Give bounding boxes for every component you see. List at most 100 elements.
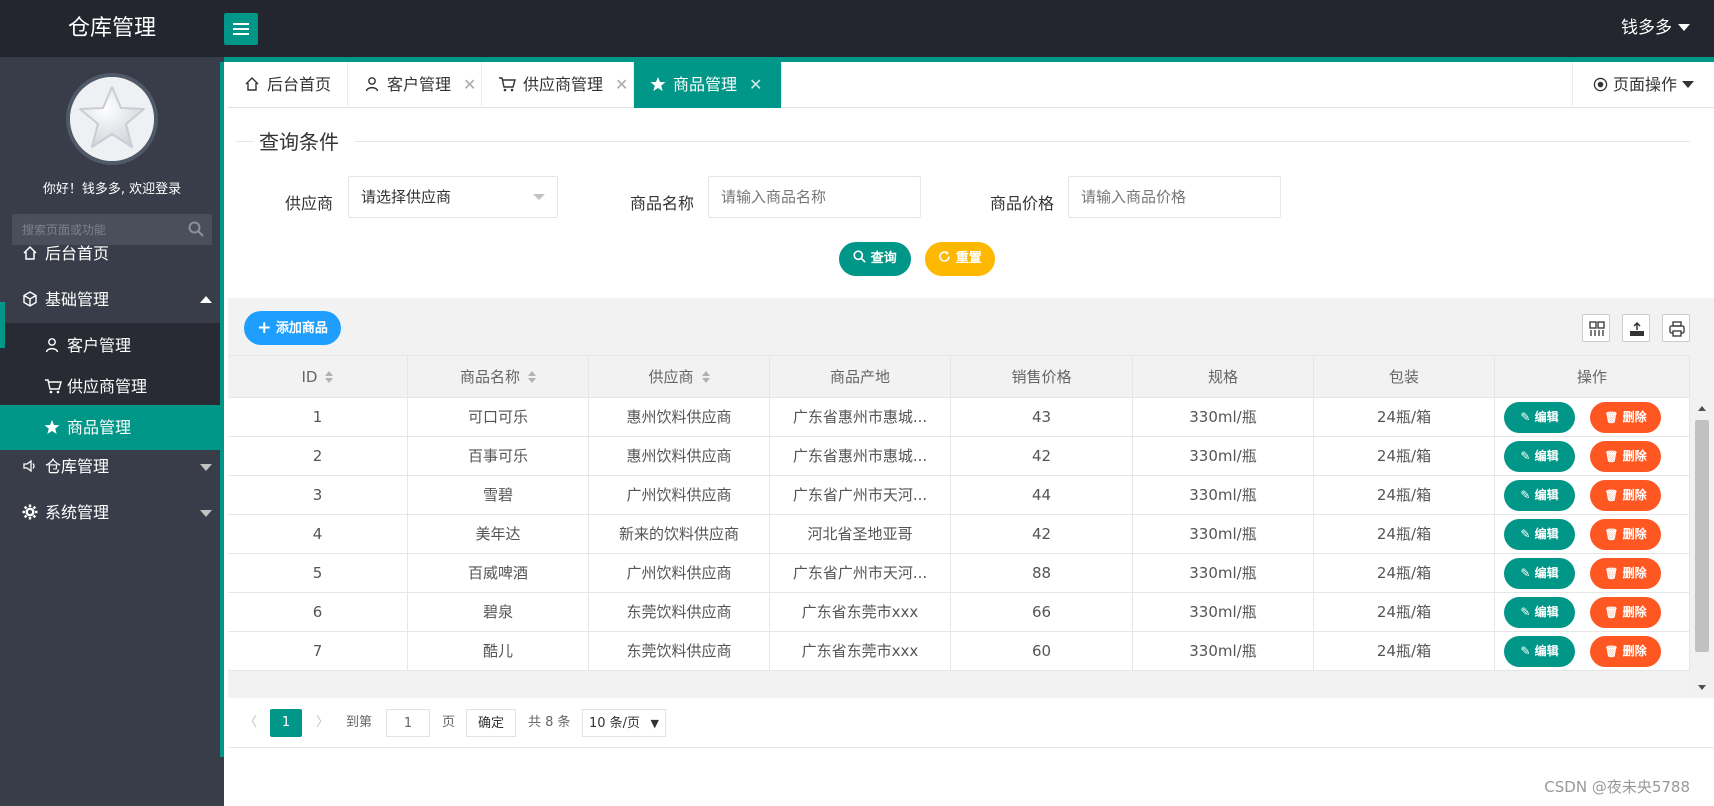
column-filter-button[interactable]	[1582, 314, 1610, 342]
cube-icon	[22, 279, 40, 325]
pencil-icon: ✎	[1520, 527, 1531, 541]
sidebar-item-system[interactable]: 系统管理	[0, 490, 224, 536]
sidebar-item-basic[interactable]: 基础管理	[0, 277, 224, 323]
delete-button[interactable]: 🗑 删除	[1590, 636, 1661, 667]
page-operations-menu[interactable]: 页面操作	[1572, 62, 1714, 108]
close-icon[interactable]: ✕	[615, 62, 628, 108]
add-product-button[interactable]: + 添加商品	[244, 311, 341, 345]
delete-button[interactable]: 🗑 删除	[1590, 558, 1661, 589]
chevron-down-icon	[200, 464, 212, 471]
star-icon	[650, 64, 666, 110]
cell-price: 44	[951, 476, 1133, 514]
delete-button[interactable]: 🗑 删除	[1590, 441, 1661, 472]
sidebar-item-suppliers[interactable]: 供应商管理	[0, 364, 224, 409]
page-size-select[interactable]: 10 条/页 ▼	[582, 709, 666, 737]
sort-icon[interactable]	[325, 371, 334, 383]
cell-name: 百事可乐	[408, 437, 589, 475]
tab-suppliers[interactable]: 供应商管理 ✕	[482, 62, 634, 108]
goto-label: 到第	[346, 715, 373, 730]
print-button[interactable]	[1662, 314, 1690, 342]
edit-button[interactable]: ✎ 编辑	[1504, 519, 1575, 550]
sidebar-item-warehouse[interactable]: 仓库管理	[0, 444, 224, 490]
pencil-icon: ✎	[1520, 488, 1531, 502]
col-name-header[interactable]: 商品名称	[408, 356, 589, 398]
tab-home[interactable]: 后台首页	[228, 62, 348, 108]
table-row: 7 酷儿 东莞饮料供应商 广东省东莞市xxx 60 330ml/瓶 24瓶/箱 ✎ 编辑 🗑 删…	[228, 632, 1690, 671]
scroll-up-icon[interactable]	[1698, 406, 1706, 411]
edit-button[interactable]: ✎ 编辑	[1504, 636, 1575, 667]
caret-down-icon	[1678, 24, 1690, 31]
cell-spec: 330ml/瓶	[1133, 554, 1314, 592]
edit-button[interactable]: ✎ 编辑	[1504, 558, 1575, 589]
goto-page-input[interactable]: 1	[386, 709, 430, 737]
reset-button[interactable]: 重置	[925, 242, 995, 276]
cell-spec: 330ml/瓶	[1133, 398, 1314, 436]
scroll-down-icon[interactable]	[1698, 685, 1706, 690]
plus-icon: +	[257, 318, 272, 338]
col-package-header: 包装	[1314, 356, 1495, 398]
tab-products[interactable]: 商品管理 ✕	[634, 62, 782, 108]
chevron-down-icon	[200, 510, 212, 517]
edit-button[interactable]: ✎ 编辑	[1504, 441, 1575, 472]
col-origin-header: 商品产地	[770, 356, 951, 398]
col-supplier-header[interactable]: 供应商	[589, 356, 770, 398]
search-button[interactable]: 查询	[839, 242, 911, 276]
close-icon[interactable]: ✕	[749, 62, 762, 108]
cell-supplier: 惠州饮料供应商	[589, 398, 770, 436]
supplier-select[interactable]: 请选择供应商	[348, 176, 558, 218]
pagination: 〈 1 〉 到第 1 页 确定 共 8 条 10 条/页 ▼	[228, 698, 1714, 748]
home-icon	[22, 233, 40, 279]
gear-icon	[22, 492, 40, 538]
product-price-input[interactable]: 请输入商品价格	[1068, 176, 1281, 218]
sort-icon[interactable]	[701, 371, 710, 383]
product-price-label: 商品价格	[990, 194, 1055, 213]
edit-button[interactable]: ✎ 编辑	[1504, 480, 1575, 511]
scroll-thumb[interactable]	[1695, 420, 1709, 652]
edit-button[interactable]: ✎ 编辑	[1504, 402, 1575, 433]
next-page-icon[interactable]: 〉	[316, 709, 329, 737]
trash-icon: 🗑	[1604, 489, 1619, 502]
delete-button[interactable]: 🗑 删除	[1590, 402, 1661, 433]
export-button[interactable]	[1622, 314, 1650, 342]
cell-id: 3	[228, 476, 408, 514]
cell-name: 可口可乐	[408, 398, 589, 436]
sort-icon[interactable]	[528, 371, 536, 383]
delete-button[interactable]: 🗑 删除	[1590, 519, 1661, 550]
cell-name: 雪碧	[408, 476, 589, 514]
pencil-icon: ✎	[1520, 566, 1531, 580]
avatar[interactable]	[66, 73, 158, 165]
delete-button[interactable]: 🗑 删除	[1590, 597, 1661, 628]
cell-package: 24瓶/箱	[1314, 398, 1495, 436]
columns-icon	[1589, 321, 1605, 336]
col-id-header[interactable]: ID	[228, 356, 408, 398]
cell-supplier: 广州饮料供应商	[589, 554, 770, 592]
cell-origin: 广东省惠州市惠城...	[770, 437, 951, 475]
cell-origin: 广东省东莞市xxx	[770, 593, 951, 631]
goto-confirm-button[interactable]: 确定	[466, 709, 516, 737]
menu-toggle-button[interactable]	[224, 13, 258, 45]
pencil-icon: ✎	[1520, 605, 1531, 619]
hamburger-icon	[233, 23, 249, 25]
delete-button[interactable]: 🗑 删除	[1590, 480, 1661, 511]
cell-actions: ✎ 编辑 🗑 删除	[1495, 632, 1690, 670]
cell-origin: 广东省广州市天河...	[770, 476, 951, 514]
search-icon	[853, 250, 866, 263]
app-title: 仓库管理	[67, 16, 156, 41]
user-menu[interactable]: 钱多多	[1621, 0, 1690, 57]
export-icon	[1630, 321, 1644, 336]
cell-package: 24瓶/箱	[1314, 437, 1495, 475]
product-name-input[interactable]: 请输入商品名称	[708, 176, 921, 218]
tab-customers[interactable]: 客户管理 ✕	[348, 62, 482, 108]
cell-price: 42	[951, 515, 1133, 553]
prev-page-icon[interactable]: 〈	[244, 709, 257, 737]
page-number-current[interactable]: 1	[270, 709, 302, 737]
table-scrollbar[interactable]	[1690, 398, 1714, 698]
edit-button[interactable]: ✎ 编辑	[1504, 597, 1575, 628]
close-icon[interactable]: ✕	[463, 62, 476, 108]
table-row: 5 百威啤酒 广州饮料供应商 广东省广州市天河... 88 330ml/瓶 24瓶/箱 ✎ 编…	[228, 554, 1690, 593]
cell-name: 酷儿	[408, 632, 589, 670]
cell-supplier: 新来的饮料供应商	[589, 515, 770, 553]
sidebar-item-customers[interactable]: 客户管理	[0, 323, 224, 368]
sidebar-item-home[interactable]: 后台首页	[0, 231, 224, 277]
cell-spec: 330ml/瓶	[1133, 515, 1314, 553]
